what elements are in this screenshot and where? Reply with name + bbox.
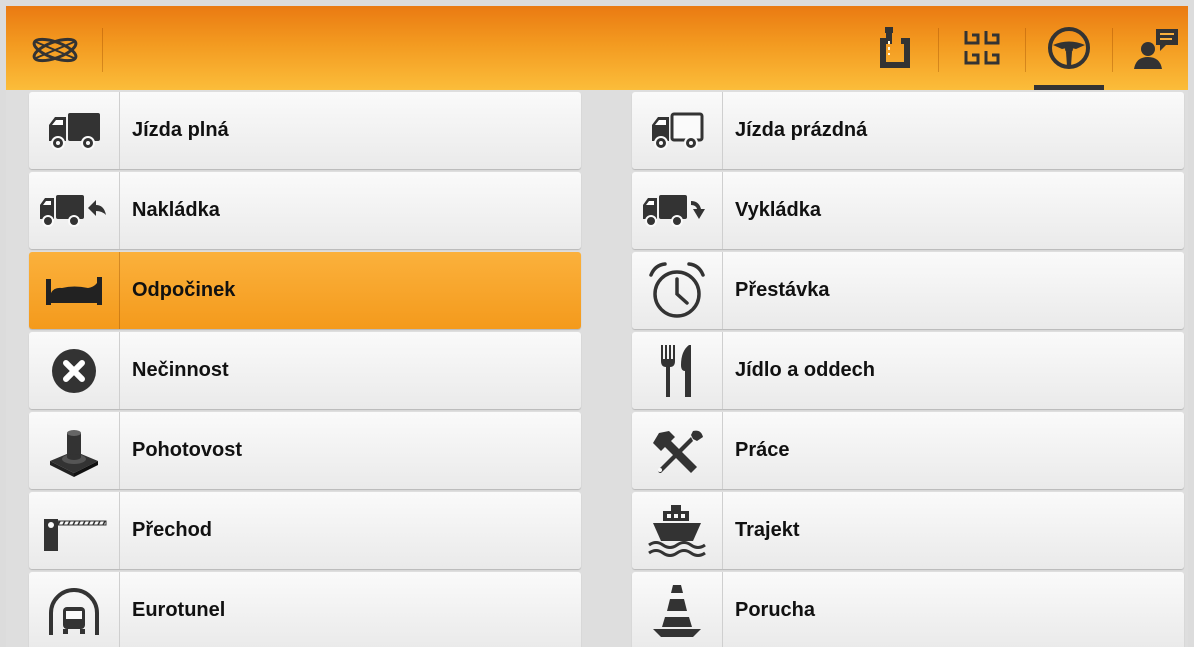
- alarm-clock-icon: [632, 252, 722, 329]
- activity-label: Porucha: [735, 599, 816, 621]
- traffic-cone-icon: [632, 572, 722, 647]
- user-message-icon: [1132, 25, 1180, 71]
- activity-label: Nečinnost: [132, 359, 229, 381]
- unloading-icon: [632, 172, 722, 249]
- activity-breakdown[interactable]: Porucha: [632, 572, 1184, 647]
- tools-icon: [632, 412, 722, 489]
- ferry-icon: [632, 492, 722, 569]
- loading-icon: [29, 172, 119, 249]
- activity-label: Trajekt: [735, 519, 800, 541]
- activity-ferry[interactable]: Trajekt: [632, 492, 1184, 569]
- activity-label: Práce: [735, 439, 790, 461]
- activity-label: Jídlo a oddech: [735, 359, 876, 381]
- activity-label: Nakládka: [132, 199, 220, 221]
- top-bar: [6, 6, 1188, 90]
- driving-button[interactable]: [1026, 6, 1112, 90]
- activity-rest[interactable]: Odpočinek: [29, 252, 581, 329]
- activity-label: Eurotunel: [132, 599, 226, 621]
- activity-label: Jízda prázdná: [735, 119, 868, 141]
- eurowag-logo-icon[interactable]: [24, 28, 86, 72]
- activity-label: Jízda plná: [132, 119, 229, 141]
- activity-label: Vykládka: [735, 199, 821, 221]
- route-icon: [875, 25, 915, 71]
- activity-full-drive[interactable]: Jízda plná: [29, 92, 581, 169]
- activity-list: Jízda plná Nakládka Odpočinek Nečinnost …: [6, 90, 1188, 647]
- fork-knife-icon: [632, 332, 722, 409]
- full-truck-icon: [29, 92, 119, 169]
- grid-button[interactable]: [939, 6, 1025, 90]
- activity-meal[interactable]: Jídlo a oddech: [632, 332, 1184, 409]
- activity-idle[interactable]: Nečinnost: [29, 332, 581, 409]
- activity-break[interactable]: Přestávka: [632, 252, 1184, 329]
- activity-label: Odpočinek: [132, 279, 236, 301]
- border-barrier-icon: [29, 492, 119, 569]
- activity-label: Přestávka: [735, 279, 830, 301]
- messages-button[interactable]: [1113, 6, 1194, 90]
- activity-unloading[interactable]: Vykládka: [632, 172, 1184, 249]
- activity-loading[interactable]: Nakládka: [29, 172, 581, 249]
- activity-border-crossing[interactable]: Přechod: [29, 492, 581, 569]
- standby-button-icon: [29, 412, 119, 489]
- empty-truck-icon: [632, 92, 722, 169]
- separator: [102, 28, 103, 72]
- activity-empty-drive[interactable]: Jízda prázdná: [632, 92, 1184, 169]
- grid-icon: [962, 25, 1002, 71]
- activity-eurotunnel[interactable]: Eurotunel: [29, 572, 581, 647]
- activity-label: Přechod: [132, 519, 213, 541]
- activity-standby[interactable]: Pohotovost: [29, 412, 581, 489]
- bed-icon: [29, 252, 119, 329]
- tunnel-icon: [29, 572, 119, 647]
- x-circle-icon: [29, 332, 119, 409]
- activity-work[interactable]: Práce: [632, 412, 1184, 489]
- route-button[interactable]: [852, 6, 938, 90]
- steering-wheel-icon: [1046, 25, 1092, 71]
- activity-label: Pohotovost: [132, 439, 242, 461]
